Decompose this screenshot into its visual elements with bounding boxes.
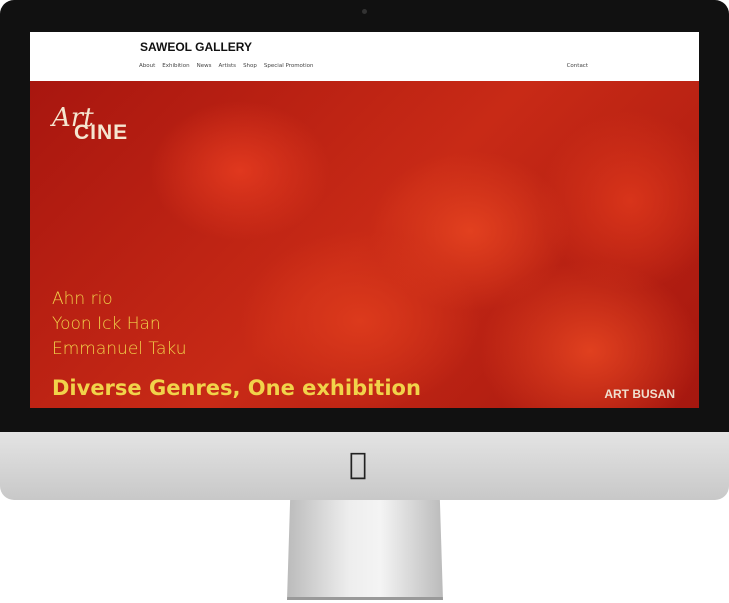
- tagline: Diverse Genres, One exhibition: [52, 376, 421, 400]
- screen: SAWEOL GALLERY About Exhibition News Art…: [30, 32, 699, 408]
- logo-cine: CINE: [74, 121, 129, 144]
- artist-name: Ahn rio: [52, 289, 113, 309]
- nav-news[interactable]: News: [197, 63, 212, 69]
- imac-stand: [287, 500, 443, 600]
- artist-name: Yoon Ick Han: [52, 314, 161, 334]
- apple-logo-icon: : [349, 450, 367, 480]
- nav-contact[interactable]: Contact: [567, 63, 588, 69]
- hero-banner: Art CINE Ahn rio Yoon Ick Han Emmanuel T…: [30, 81, 699, 408]
- site-brand[interactable]: SAWEOL GALLERY: [140, 40, 252, 54]
- event-name: ART BUSAN: [604, 387, 675, 401]
- nav-special-promotion[interactable]: Special Promotion: [264, 63, 314, 69]
- artist-name: Emmanuel Taku: [52, 339, 187, 359]
- nav-artists[interactable]: Artists: [218, 63, 236, 69]
- nav-shop[interactable]: Shop: [243, 63, 257, 69]
- nav-about[interactable]: About: [139, 63, 155, 69]
- nav-menu: About Exhibition News Artists Shop Speci…: [139, 63, 313, 69]
- nav-exhibition[interactable]: Exhibition: [162, 63, 189, 69]
- camera-icon: [362, 9, 367, 14]
- site-header: SAWEOL GALLERY About Exhibition News Art…: [30, 32, 699, 81]
